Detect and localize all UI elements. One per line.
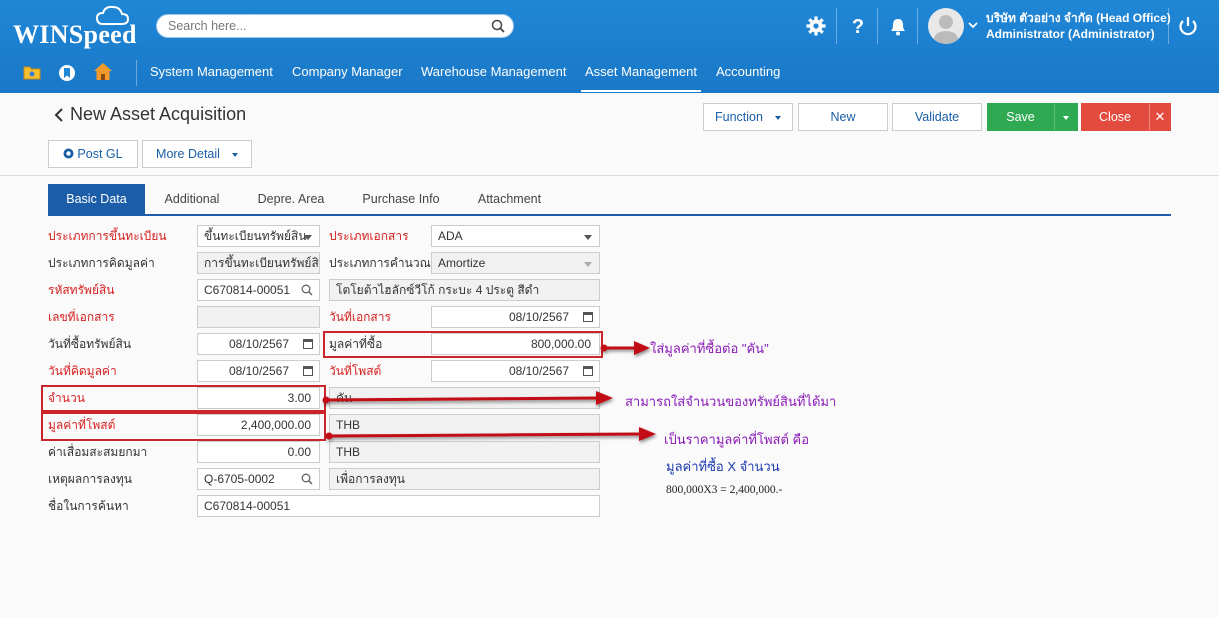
annotation-1: ใส่มูลค่าที่ซื้อต่อ "คัน" [650, 341, 769, 356]
annotation-2: สามารถใส่จำนวนของทรัพย์สินที่ได้มา [625, 394, 837, 409]
annotation-3-line2: มูลค่าที่ซื้อ X จำนวน [666, 459, 780, 474]
annotation-arrows [322, 341, 656, 441]
annotation-3-line1: เป็นราคามูลค่าที่โพสต์ คือ [664, 432, 810, 447]
arrow-3 [325, 427, 656, 441]
annotation-3-line3: 800,000X3 = 2,400,000.- [666, 484, 783, 496]
arrow-2 [322, 391, 613, 405]
arrow-1 [600, 341, 650, 355]
